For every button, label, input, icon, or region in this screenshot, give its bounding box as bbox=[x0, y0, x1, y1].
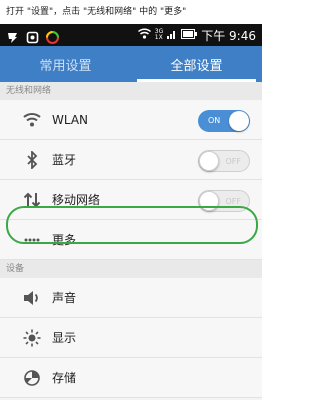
settings-tab-bar: 常用设置 全部设置 bbox=[0, 46, 262, 82]
tab-common-settings[interactable]: 常用设置 bbox=[0, 46, 131, 82]
settings-item-label: 存储 bbox=[52, 371, 77, 385]
settings-item-label: 移动网络 bbox=[52, 193, 101, 207]
battery-icon bbox=[181, 28, 198, 42]
settings-item-label: 声音 bbox=[52, 291, 77, 305]
toggle-knob bbox=[199, 191, 219, 211]
settings-item-display[interactable]: 显示 bbox=[0, 318, 262, 358]
settings-item-bluetooth[interactable]: 蓝牙 OFF bbox=[0, 140, 262, 180]
phone-screen: 3G 1X 下午 9:46 常用设置 全部设置 无线和网络 WLAN ON 蓝牙… bbox=[0, 24, 262, 400]
toggle-knob bbox=[229, 111, 249, 131]
display-icon bbox=[22, 328, 42, 348]
settings-item-sound[interactable]: 声音 bbox=[0, 278, 262, 318]
wifi-icon bbox=[22, 110, 42, 130]
settings-item-more[interactable]: 更多... bbox=[0, 220, 262, 260]
mobile-data-icon bbox=[22, 190, 42, 210]
storage-icon bbox=[22, 368, 42, 388]
app-icon bbox=[46, 29, 59, 44]
sound-icon bbox=[22, 288, 42, 308]
settings-item-label: 更多... bbox=[52, 233, 88, 247]
wlan-toggle[interactable]: ON bbox=[198, 110, 250, 132]
status-bar: 3G 1X 下午 9:46 bbox=[0, 24, 262, 46]
section-header-wireless: 无线和网络 bbox=[0, 82, 262, 100]
bluetooth-toggle[interactable]: OFF bbox=[198, 150, 250, 172]
more-icon bbox=[22, 230, 42, 250]
bluetooth-icon bbox=[22, 150, 42, 170]
notification-icon bbox=[6, 29, 19, 43]
settings-item-label: WLAN bbox=[52, 112, 89, 127]
settings-item-mobile-network[interactable]: 移动网络 OFF bbox=[0, 180, 262, 220]
network-type: 3G 1X bbox=[154, 28, 164, 41]
settings-item-wlan[interactable]: WLAN ON bbox=[0, 100, 262, 140]
settings-item-label: 显示 bbox=[52, 331, 77, 345]
alarm-icon bbox=[26, 29, 39, 43]
signal-icon bbox=[167, 29, 177, 42]
settings-item-label: 蓝牙 bbox=[52, 153, 77, 167]
clock: 下午 9:46 bbox=[201, 28, 256, 43]
section-header-device: 设备 bbox=[0, 260, 262, 278]
mobile-network-toggle[interactable]: OFF bbox=[198, 190, 250, 212]
settings-item-storage[interactable]: 存储 bbox=[0, 358, 262, 398]
wifi-signal-icon bbox=[137, 28, 151, 42]
instruction-text: 打开 "设置"，点击 "无线和网络" 中的 "更多" bbox=[6, 7, 187, 17]
tab-all-settings[interactable]: 全部设置 bbox=[131, 46, 262, 82]
toggle-knob bbox=[199, 151, 219, 171]
